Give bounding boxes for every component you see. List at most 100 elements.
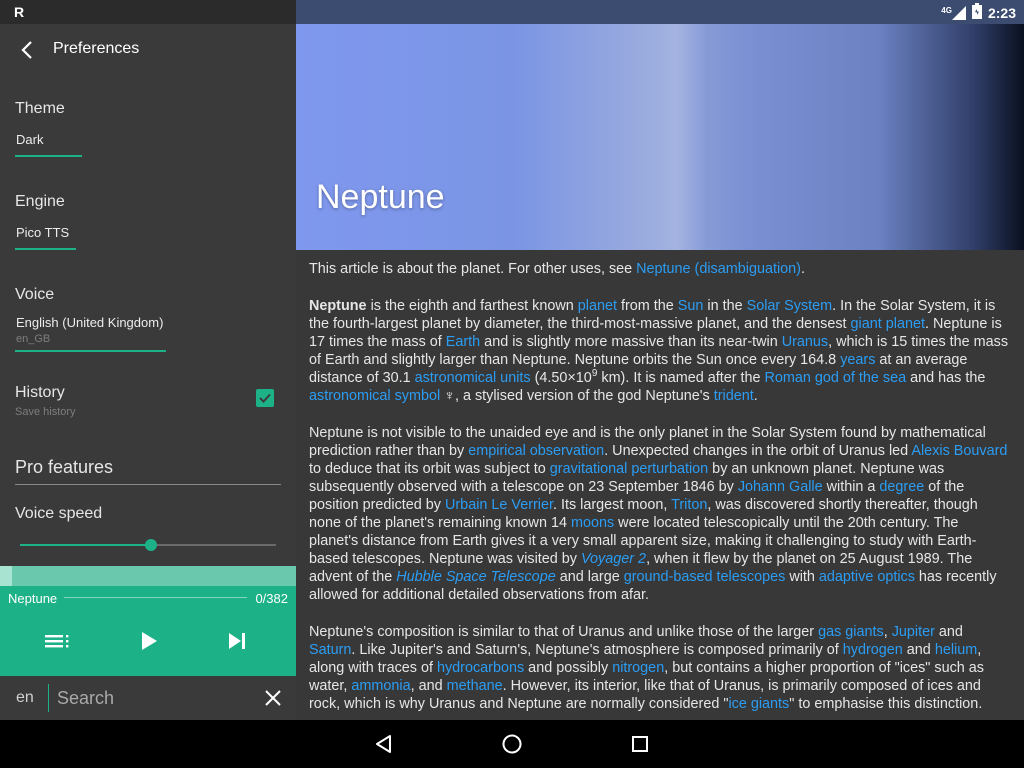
pro-features-label[interactable]: Pro features — [15, 457, 113, 478]
text-span: This article is about the planet. For ot… — [309, 261, 637, 277]
article-link[interactable]: degree — [879, 479, 924, 495]
article-link[interactable]: Jupiter — [892, 624, 935, 640]
article-title: Neptune — [316, 178, 445, 216]
hero-highlight — [646, 24, 706, 250]
article-link[interactable]: methane — [447, 678, 503, 694]
voice-code: en_GB — [16, 333, 51, 345]
text-span: ♆, a stylised version of the god Neptune… — [440, 388, 714, 404]
article-link[interactable]: gravitational perturbation — [550, 461, 708, 477]
text-span: , and — [410, 678, 447, 694]
article-link[interactable]: Johann Galle — [738, 479, 823, 495]
language-selector[interactable]: en — [16, 689, 34, 707]
article-link[interactable]: moons — [571, 515, 614, 531]
text-span: with — [785, 569, 819, 585]
article-link[interactable]: Roman god of the sea — [765, 370, 907, 386]
article-link[interactable]: Sun — [678, 298, 704, 314]
voice-speed-thumb[interactable] — [144, 539, 157, 551]
text-span: and possibly — [524, 660, 613, 676]
close-icon[interactable] — [263, 688, 283, 708]
player-info: Neptune 0/382 — [0, 586, 296, 610]
skip-next-icon[interactable] — [221, 625, 253, 657]
article-link[interactable]: helium — [935, 642, 977, 658]
article-link[interactable]: planet — [578, 298, 617, 314]
text-span: km). It is named after the — [597, 370, 765, 386]
player-controls — [0, 610, 296, 676]
article-link[interactable]: Earth — [446, 334, 480, 350]
article-link[interactable]: trident — [714, 388, 754, 404]
text-span: is the eighth and farthest known — [366, 298, 578, 314]
player-progress-bar[interactable] — [0, 566, 296, 586]
text-span: to deduce that its orbit was subject to — [309, 461, 550, 477]
article-link[interactable]: Triton — [671, 497, 707, 513]
article-link[interactable]: years — [840, 352, 875, 368]
preferences-header: Preferences — [0, 24, 296, 76]
search-bar: en — [0, 676, 296, 720]
article-link[interactable]: Saturn — [309, 642, 351, 658]
article-link[interactable]: gas giants — [818, 624, 884, 640]
text-span: (4.50×10 — [530, 370, 592, 386]
text-span: . Like Jupiter's and Saturn's, Neptune's… — [351, 642, 843, 658]
article-link[interactable]: Alexis Bouvard — [911, 443, 1007, 459]
article-link[interactable]: Hubble Space Telescope — [396, 569, 555, 585]
article-hero: Neptune — [296, 24, 1024, 250]
search-input[interactable] — [57, 684, 247, 712]
drawer-status-bar: R — [0, 0, 296, 24]
battery-icon — [971, 3, 982, 22]
article-link[interactable]: ice giants — [728, 696, 789, 712]
article-link[interactable]: Neptune (disambiguation) — [636, 261, 801, 277]
article-link[interactable]: adaptive optics — [819, 569, 915, 585]
network-label: 4G — [941, 5, 952, 15]
article-link[interactable]: Solar System — [747, 298, 833, 314]
playlist-icon[interactable] — [42, 625, 74, 657]
text-span: and is slightly more massive than its ne… — [480, 334, 782, 350]
engine-underline — [15, 248, 76, 250]
engine-value[interactable]: Pico TTS — [16, 225, 69, 240]
search-divider — [48, 684, 49, 712]
pro-features-divider — [15, 484, 281, 485]
article-link[interactable]: astronomical symbol — [309, 388, 440, 404]
history-checkbox[interactable] — [256, 389, 274, 407]
article-link[interactable]: astronomical units — [415, 370, 531, 386]
voice-value[interactable]: English (United Kingdom) — [16, 315, 163, 330]
text-span: and large — [555, 569, 624, 585]
text-span: and — [902, 642, 935, 658]
article-link[interactable]: nitrogen — [612, 660, 664, 676]
article-link[interactable]: ammonia — [351, 678, 410, 694]
voice-speed-fill — [20, 544, 151, 546]
square-recents-icon[interactable] — [628, 732, 652, 756]
text-span: . — [753, 388, 758, 404]
status-r-indicator: R — [14, 4, 25, 20]
text-span: . Unexpected changes in the orbit of Ura… — [604, 443, 912, 459]
article-link[interactable]: Uranus — [782, 334, 828, 350]
article-body[interactable]: This article is about the planet. For ot… — [296, 250, 1024, 720]
article-paragraph-1: Neptune is the eighth and farthest known… — [309, 297, 1009, 405]
navigation-bar — [0, 720, 1024, 768]
article-link[interactable]: hydrogen — [843, 642, 903, 658]
player-track-title: Neptune — [8, 591, 58, 606]
theme-label: Theme — [15, 100, 65, 117]
article-link[interactable]: empirical observation — [468, 443, 604, 459]
player-info-divider — [64, 597, 247, 598]
text-span: Neptune's composition is similar to that… — [309, 624, 819, 640]
theme-underline — [15, 155, 82, 157]
player-progress-fill — [0, 566, 12, 586]
triangle-back-icon[interactable] — [372, 732, 396, 756]
article-link[interactable]: ground-based telescopes — [624, 569, 786, 585]
check-icon — [259, 393, 271, 403]
article-link[interactable]: Urbain Le Verrier — [445, 497, 553, 513]
history-sub: Save history — [15, 406, 76, 418]
preferences-title: Preferences — [53, 40, 140, 57]
player-position: 0/382 — [255, 591, 288, 606]
article-link[interactable]: hydrocarbons — [437, 660, 524, 676]
status-time: 2:23 — [987, 4, 1016, 21]
article-link[interactable]: Voyager 2 — [581, 551, 646, 567]
play-icon[interactable] — [132, 625, 164, 657]
circle-home-icon[interactable] — [500, 732, 524, 756]
text-span: within a — [822, 479, 880, 495]
text-span: in the — [703, 298, 747, 314]
article-link[interactable]: giant planet — [851, 316, 925, 332]
arrow-back-icon[interactable] — [18, 39, 38, 61]
engine-label: Engine — [15, 193, 65, 210]
theme-value[interactable]: Dark — [16, 132, 43, 147]
text-span: , — [883, 624, 892, 640]
